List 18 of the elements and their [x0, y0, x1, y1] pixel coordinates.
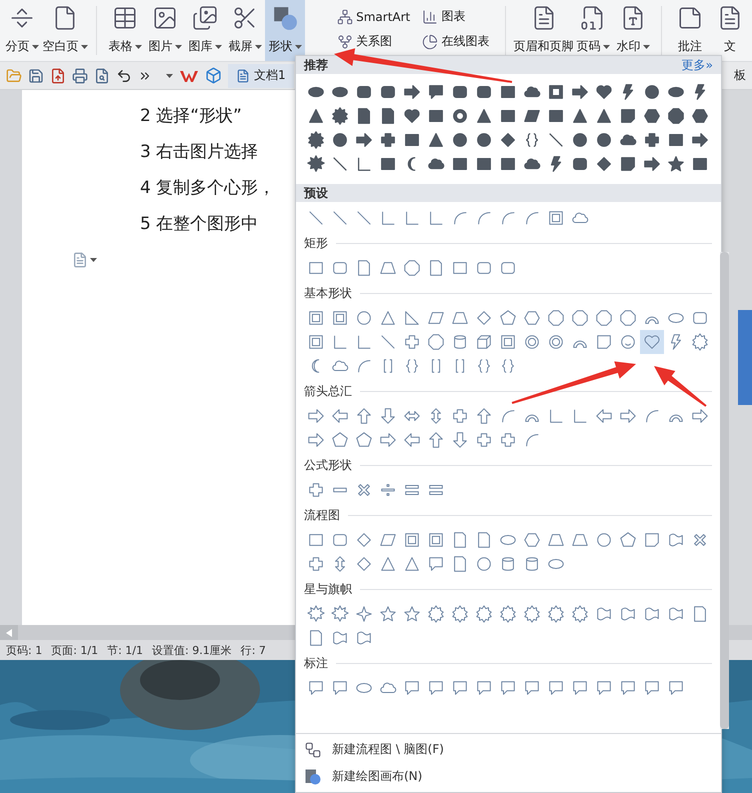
- section-title: 矩形: [304, 234, 328, 252]
- document-text-line: 5 在整个图形中: [140, 213, 258, 236]
- status-text: 节: 1/1: [107, 642, 144, 658]
- status-text: 页面: 1/1: [51, 642, 98, 658]
- section-title: 基本形状: [304, 284, 352, 302]
- document-text-line: 4 复制多个心形，: [140, 177, 276, 200]
- section-title: 推荐: [304, 56, 328, 74]
- section-title: 标注: [304, 654, 328, 672]
- section-title: 星与旗帜: [304, 580, 352, 598]
- section-title: 预设: [304, 184, 328, 202]
- document-text-line: 3 右击图片选择: [140, 141, 258, 164]
- status-text: 页码: 1: [6, 642, 42, 658]
- section-title: 公式形状: [304, 456, 352, 474]
- section-title: 箭头总汇: [304, 382, 352, 400]
- status-text: 行: 7: [240, 642, 266, 658]
- status-text: 设置值: 9.1厘米: [152, 642, 232, 658]
- document-text-line: 2 选择“形状”: [140, 105, 242, 128]
- section-title: 流程图: [304, 506, 340, 524]
